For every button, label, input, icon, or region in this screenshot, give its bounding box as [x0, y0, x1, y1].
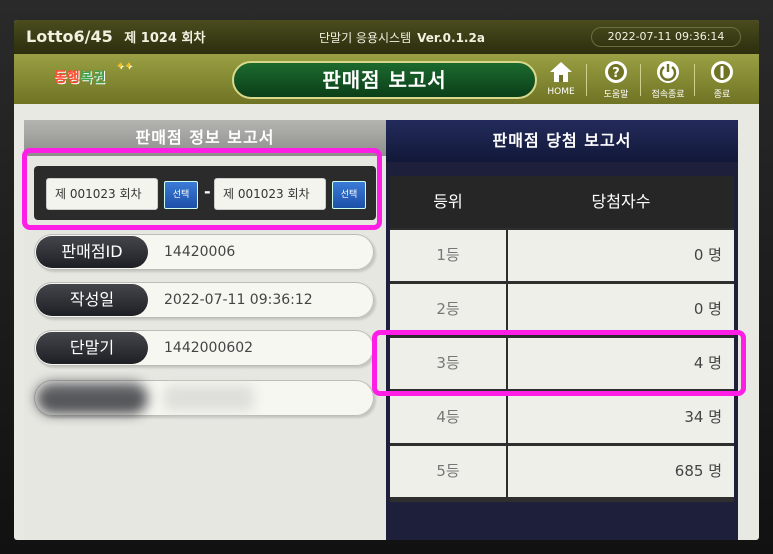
redacted-row — [34, 380, 374, 416]
highlight-range-box — [22, 148, 382, 230]
top-status-bar: Lotto6/45 제 1024 회차 단말기 응용시스템 Ver.0.1.2a … — [14, 20, 759, 54]
count-cell: 0 명 — [508, 230, 734, 281]
system-info: 단말기 응용시스템 Ver.0.1.2a — [319, 29, 485, 46]
game-info: Lotto6/45 제 1024 회차 — [26, 27, 205, 46]
page-title: 판매점 보고서 — [232, 61, 537, 99]
header-divider — [640, 64, 641, 96]
logo-sparkle-icon: ✦✦ — [116, 61, 133, 72]
home-button[interactable]: HOME — [541, 58, 581, 102]
disconnect-button[interactable]: 접속종료 — [648, 58, 688, 102]
header-divider — [586, 64, 587, 96]
count-cell: 34 명 — [508, 392, 734, 443]
table-row: 4등 34 명 — [390, 392, 734, 444]
created-date-label: 작성일 — [36, 284, 148, 316]
terminal-value: 1442000602 — [164, 340, 254, 356]
created-date-value: 2022-07-11 09:36:12 — [164, 292, 313, 308]
brand-logo: 동행복권 ✦✦ — [54, 61, 133, 86]
header-bar: 동행복권 ✦✦ 판매점 보고서 HOME ? 도움말 접속종료 종료 — [14, 54, 759, 104]
store-id-label: 판매점ID — [36, 236, 148, 268]
count-cell: 685 명 — [508, 446, 734, 497]
highlight-third-prize-box — [372, 330, 746, 396]
exit-button[interactable]: 종료 — [702, 58, 742, 102]
tab-store-winning[interactable]: 판매점 당첨 보고서 — [386, 120, 738, 162]
table-row: 1등 0 명 — [390, 230, 734, 282]
system-name: 단말기 응용시스템 — [319, 31, 412, 45]
table-row: 5등 685 명 — [390, 446, 734, 498]
draw-number: 1024 — [140, 31, 177, 46]
power-icon — [657, 61, 679, 83]
table-row: 2등 0 명 — [390, 284, 734, 336]
rank-cell: 5등 — [390, 446, 506, 497]
game-name: Lotto6/45 — [26, 27, 113, 46]
terminal-label: 단말기 — [36, 332, 148, 364]
count-cell: 0 명 — [508, 284, 734, 335]
header-divider — [694, 64, 695, 96]
home-icon — [550, 62, 572, 82]
redacted-label — [36, 382, 148, 414]
svg-text:?: ? — [612, 66, 620, 81]
created-date-row: 작성일 2022-07-11 09:36:12 — [34, 282, 374, 318]
store-id-value: 14420006 — [164, 244, 236, 260]
table-header: 등위 당첨자수 — [390, 176, 734, 228]
column-winners: 당첨자수 — [591, 192, 651, 211]
draw-info: 제 1024 회차 — [124, 31, 206, 46]
store-id-row: 판매점ID 14420006 — [34, 234, 374, 270]
screen: Lotto6/45 제 1024 회차 단말기 응용시스템 Ver.0.1.2a … — [14, 20, 759, 540]
help-button[interactable]: ? 도움말 — [596, 58, 636, 102]
rank-cell: 1등 — [390, 230, 506, 281]
help-icon: ? — [605, 61, 627, 83]
terminal-row: 단말기 1442000602 — [34, 330, 374, 366]
redacted-value — [164, 385, 254, 411]
exit-icon — [711, 61, 733, 83]
datetime-display: 2022-07-11 09:36:14 — [591, 27, 741, 47]
rank-cell: 4등 — [390, 392, 506, 443]
version: Ver.0.1.2a — [417, 31, 485, 45]
column-rank: 등위 — [433, 192, 463, 211]
rank-cell: 2등 — [390, 284, 506, 335]
